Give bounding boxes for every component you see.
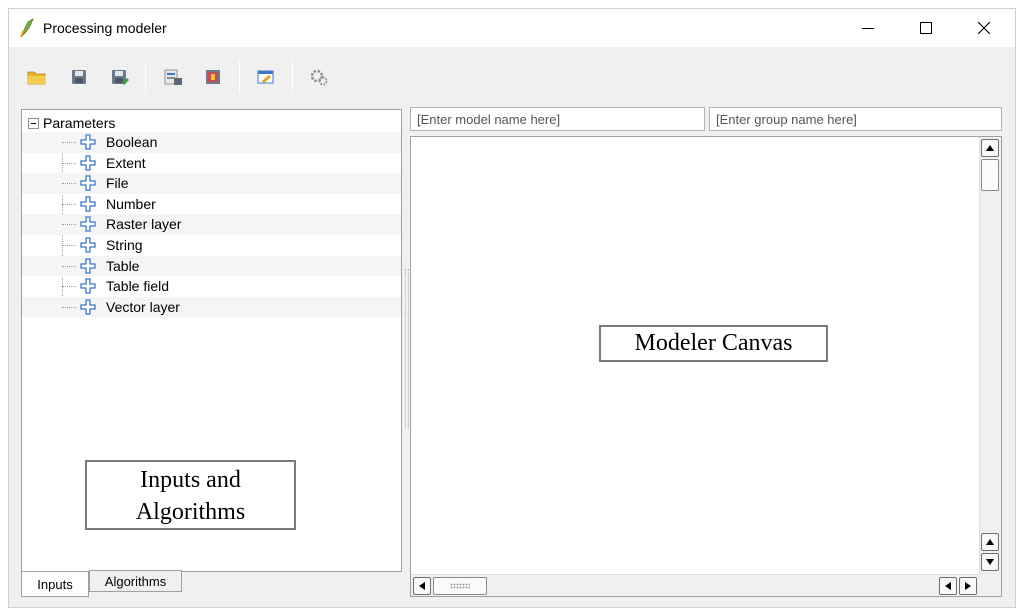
tab-algorithms[interactable]: Algorithms (89, 570, 182, 592)
tree-item-label: Extent (106, 154, 146, 171)
toolbar-separator (292, 61, 293, 93)
horizontal-scrollbar[interactable] (411, 574, 979, 596)
window-title: Processing modeler (43, 20, 167, 36)
plus-icon (80, 196, 96, 212)
arrow-up-icon (986, 539, 994, 545)
save-model-button[interactable] (67, 65, 91, 89)
plus-icon (80, 175, 96, 191)
plus-icon (80, 154, 96, 171)
plus-icon (80, 237, 96, 253)
modeler-canvas[interactable]: Modeler Canvas (410, 136, 1002, 597)
plus-icon (80, 216, 96, 233)
tree-item-label: Table field (106, 278, 170, 295)
tree-connector (62, 162, 76, 164)
inputs-panel: Parameters Boolean Extent File Number Raster… (21, 109, 402, 572)
tree-item[interactable]: Extent (22, 153, 401, 174)
tree-connector (62, 265, 76, 267)
save-as-button[interactable] (108, 65, 132, 89)
save-icon (72, 70, 86, 84)
tree-item-label: String (106, 236, 143, 253)
arrow-left-icon (945, 582, 951, 590)
plus-icon (80, 134, 96, 150)
minimize-button[interactable] (845, 9, 891, 47)
arrow-down-icon (986, 559, 994, 565)
tree-connector (62, 142, 76, 143)
arrow-up-icon (986, 145, 994, 151)
tree-connector (62, 244, 76, 246)
edit-help-icon (257, 70, 274, 84)
tree-item-label: Raster layer (106, 216, 182, 233)
modeler-canvas-annotation: Modeler Canvas (599, 325, 828, 362)
open-folder-icon (27, 71, 46, 85)
tree-item[interactable]: Number (22, 194, 401, 215)
vertical-scroll-thumb[interactable] (981, 159, 999, 191)
tree-item-label: Vector layer (106, 298, 180, 315)
run-model-icon (310, 69, 328, 86)
scroll-down-button[interactable] (981, 553, 999, 571)
tree-root-parameters[interactable]: Parameters (28, 114, 115, 132)
tree-item[interactable]: Table field (22, 276, 401, 297)
group-name-input[interactable] (709, 107, 1002, 131)
horizontal-scroll-thumb[interactable] (433, 577, 487, 595)
tree-connector (62, 286, 76, 288)
plus-icon (80, 257, 96, 274)
export-python-button[interactable] (202, 65, 226, 89)
toolbar (9, 47, 1015, 103)
maximize-button[interactable] (903, 9, 949, 47)
run-model-button[interactable] (307, 65, 331, 89)
parameter-list: Boolean Extent File Number Raster layer Strin… (22, 132, 401, 318)
annotation-line: Inputs and (140, 467, 241, 493)
export-image-button[interactable] (161, 65, 185, 89)
edit-help-button[interactable] (254, 65, 278, 89)
tree-item[interactable]: Boolean (22, 132, 401, 153)
tree-item-label: File (106, 175, 129, 192)
scroll-right-button[interactable] (959, 577, 977, 595)
tree-root-label: Parameters (43, 115, 116, 131)
tree-item[interactable]: Vector layer (22, 296, 401, 318)
maximize-icon (920, 22, 932, 34)
scroll-left-button[interactable] (939, 577, 957, 595)
tab-label: Inputs (37, 576, 73, 592)
vertical-scrollbar[interactable] (979, 137, 1001, 574)
tree-item-label: Table (106, 257, 140, 274)
scroll-up-button[interactable] (981, 139, 999, 157)
tree-item-label: Boolean (106, 134, 158, 150)
scrollbar-corner (979, 574, 1001, 596)
arrow-left-icon (419, 582, 425, 590)
tab-label: Algorithms (104, 573, 167, 589)
close-button[interactable] (961, 9, 1007, 47)
tree-item[interactable]: File (22, 173, 401, 194)
tree-item-label: Number (106, 195, 156, 212)
close-icon (978, 22, 990, 34)
collapse-icon[interactable] (28, 117, 39, 129)
scroll-left-button[interactable] (413, 577, 431, 595)
plus-icon (80, 299, 96, 315)
panel-splitter[interactable] (405, 269, 409, 429)
tree-connector (62, 224, 76, 226)
title-bar: Processing modeler (9, 9, 1015, 47)
export-image-icon (164, 69, 182, 85)
tab-inputs[interactable]: Inputs (21, 572, 89, 597)
arrow-right-icon (965, 582, 971, 590)
tree-connector (62, 183, 76, 185)
tree-item[interactable]: String (22, 235, 401, 256)
annotation-line: Algorithms (135, 499, 246, 525)
toolbar-separator (239, 61, 240, 93)
processing-modeler-window: Processing modeler Parameters Boolean Ex… (8, 8, 1016, 608)
tree-connector (62, 203, 76, 205)
tree-item[interactable]: Raster layer (22, 214, 401, 235)
open-model-button[interactable] (25, 65, 49, 89)
save-as-icon (112, 70, 129, 85)
model-name-input[interactable] (410, 107, 705, 131)
toolbar-separator (145, 61, 146, 93)
tree-item[interactable]: Table (22, 255, 401, 277)
inputs-algorithms-annotation: Inputs and Algorithms (85, 460, 296, 530)
scroll-up-button[interactable] (981, 533, 999, 551)
plus-icon (80, 278, 96, 294)
tree-connector (62, 306, 76, 308)
qgis-processing-icon (19, 18, 37, 38)
minimize-icon (862, 28, 874, 29)
export-python-icon (206, 70, 220, 84)
